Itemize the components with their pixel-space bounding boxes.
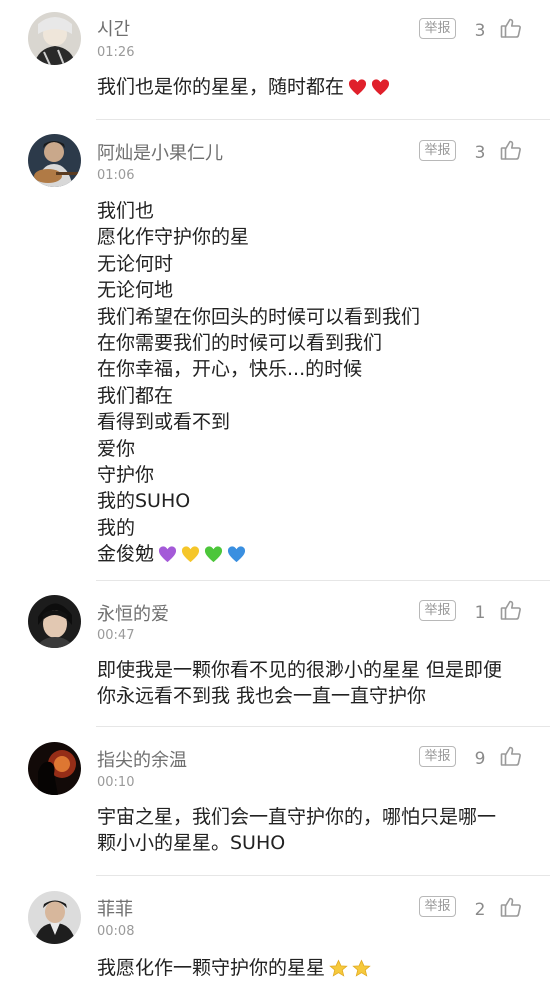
- avatar[interactable]: [28, 595, 81, 648]
- report-button[interactable]: 举报: [419, 140, 456, 161]
- avatar[interactable]: [28, 12, 81, 65]
- like-count: 1: [474, 603, 486, 623]
- blue-heart-icon: [227, 546, 246, 563]
- comment-text: 我愿化作一颗守护你的星星: [97, 955, 371, 981]
- like-count: 9: [474, 749, 486, 769]
- comment-list: 시간 01:26 举报 3 我们也是你的星星，随时都在 阿灿是小果仁儿 01:0…: [0, 0, 550, 993]
- timestamp: 00:47: [97, 628, 135, 643]
- avatar[interactable]: [28, 742, 81, 795]
- comment-item: 指尖的余温 00:10 举报 9 宇宙之星，我们会一直守护你的，哪怕只是哪一 颗…: [0, 727, 550, 875]
- green-heart-icon: [204, 546, 223, 563]
- heart-icon: [371, 79, 390, 96]
- avatar[interactable]: [28, 134, 81, 187]
- comment-item: 시간 01:26 举报 3 我们也是你的星星，随时都在: [0, 0, 550, 120]
- username[interactable]: 菲菲: [97, 895, 133, 921]
- report-button[interactable]: 举报: [419, 746, 456, 767]
- username[interactable]: 永恒的爱: [97, 600, 169, 626]
- comment-text: 宇宙之星，我们会一直守护你的，哪怕只是哪一 颗小小的星星。SUHO: [97, 806, 497, 855]
- report-button[interactable]: 举报: [419, 600, 456, 621]
- avatar[interactable]: [28, 891, 81, 944]
- like-count: 3: [474, 143, 486, 163]
- timestamp: 00:08: [97, 924, 135, 939]
- timestamp: 01:06: [97, 168, 135, 183]
- star-icon: [352, 959, 371, 977]
- report-button[interactable]: 举报: [419, 896, 456, 917]
- thumbs-up-icon[interactable]: [500, 17, 522, 39]
- username[interactable]: 阿灿是小果仁儿: [97, 139, 223, 165]
- comment-item: 菲菲 00:08 举报 2 我愿化作一颗守护你的星星: [0, 876, 550, 993]
- timestamp: 01:26: [97, 45, 135, 60]
- heart-icon: [348, 79, 367, 96]
- like-count: 3: [474, 21, 486, 41]
- comment-text: 我们也是你的星星，随时都在: [97, 74, 390, 100]
- thumbs-up-icon[interactable]: [500, 599, 522, 621]
- comment-text: 我们也 愿化作守护你的星 无论何时 无论何地 我们希望在你回头的时候可以看到我们…: [97, 200, 421, 566]
- username[interactable]: 시간: [97, 15, 130, 41]
- purple-heart-icon: [158, 546, 177, 563]
- username[interactable]: 指尖的余温: [97, 746, 187, 772]
- comment-item: 永恒的爱 00:47 举报 1 即使我是一颗你看不见的很渺小的星星 但是即便 你…: [0, 581, 550, 726]
- comment-item: 阿灿是小果仁儿 01:06 举报 3 我们也 愿化作守护你的星 无论何时 无论何…: [0, 120, 550, 580]
- timestamp: 00:10: [97, 775, 135, 790]
- thumbs-up-icon[interactable]: [500, 139, 522, 161]
- yellow-heart-icon: [181, 546, 200, 563]
- star-icon: [329, 959, 348, 977]
- thumbs-up-icon[interactable]: [500, 896, 522, 918]
- like-count: 2: [474, 900, 486, 920]
- thumbs-up-icon[interactable]: [500, 745, 522, 767]
- comment-text: 即使我是一颗你看不见的很渺小的星星 但是即便 你永远看不到我 我也会一直一直守护…: [97, 659, 503, 708]
- report-button[interactable]: 举报: [419, 18, 456, 39]
